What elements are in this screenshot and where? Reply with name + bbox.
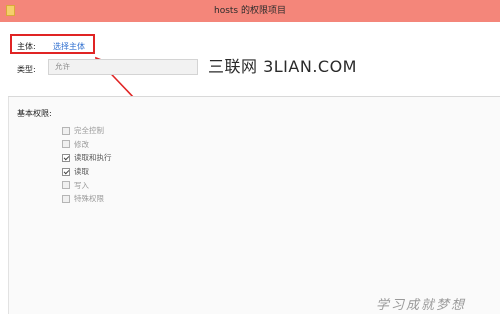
type-dropdown[interactable]: 允许 [48,59,198,75]
permission-label: 读取和执行 [74,153,112,163]
permission-label: 完全控制 [74,126,104,136]
select-principal-link[interactable]: 选择主体 [53,41,85,52]
permission-read-execute: 读取和执行 [62,151,112,165]
permission-full-control: 完全控制 [62,124,112,138]
permission-label: 修改 [74,139,89,149]
watermark-slogan: 学习成就梦想 [376,298,467,313]
type-label: 类型: [17,65,36,74]
bottom-area [0,314,500,336]
checkbox-full-control[interactable] [62,126,70,135]
permission-special: 特殊权限 [62,192,112,206]
permission-label: 特殊权限 [74,194,104,204]
watermark-site: 三联网 3LIAN.COM [208,55,408,79]
checkbox-modify[interactable] [62,140,70,149]
permission-write: 写入 [62,178,112,192]
permissions-list: 完全控制 修改 读取和执行 读取 写入 特殊权限 [62,124,112,206]
permission-label: 写入 [74,180,89,190]
permission-modify: 修改 [62,138,112,152]
principal-label: 主体: [17,42,36,51]
checkbox-special[interactable] [62,194,70,203]
window-title: hosts 的权限项目 [214,6,286,16]
checkbox-read-execute[interactable] [62,153,70,162]
basic-permissions-title: 基本权限: [17,109,52,118]
checkbox-write[interactable] [62,181,70,190]
permission-read: 读取 [62,165,112,179]
checkbox-read[interactable] [62,167,70,176]
permission-label: 读取 [74,167,89,177]
title-bar: hosts 的权限项目 [0,0,500,22]
